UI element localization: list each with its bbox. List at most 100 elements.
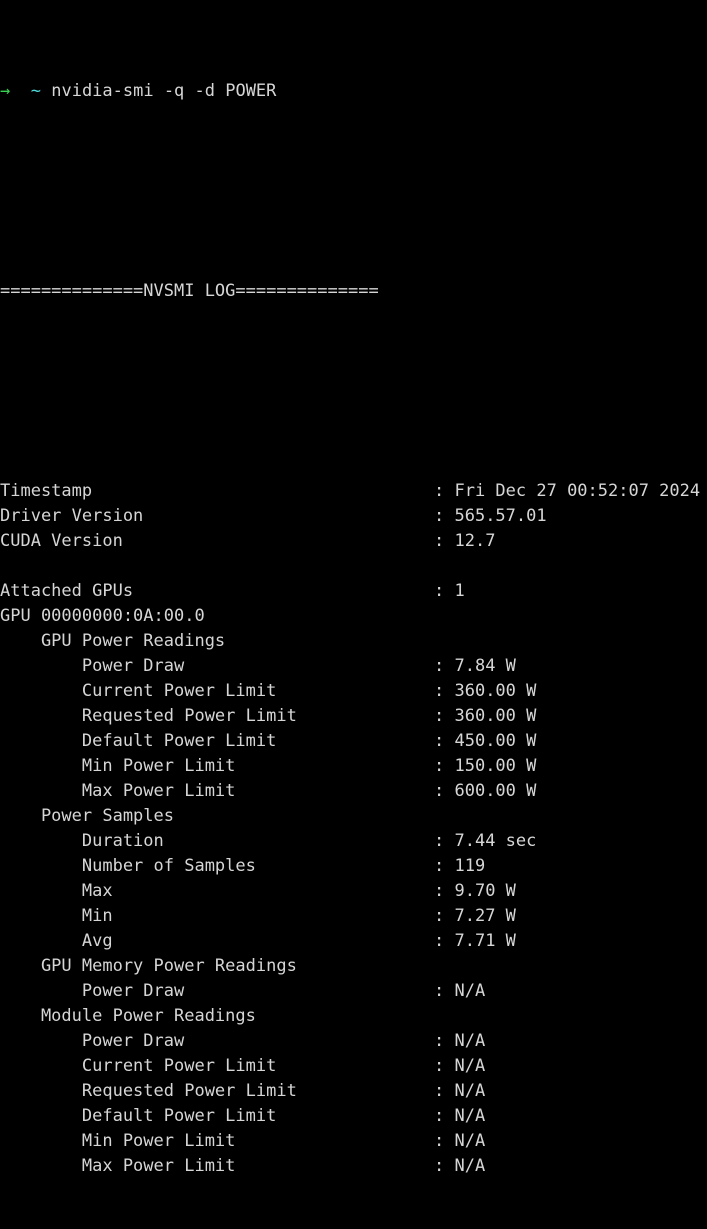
- output-label-gpu-max-power-limit: Max Power Limit: [0, 781, 236, 801]
- output-label-gpu-requested-power-limit: Requested Power Limit: [0, 706, 297, 726]
- output-label-samples-number: Number of Samples: [0, 856, 256, 876]
- output-value-samples-avg: 7.71 W: [454, 931, 516, 951]
- output-value-module-max-power-limit: N/A: [454, 1156, 486, 1176]
- output-row-gpu-default-power-limit: Default Power Limit: 450.00 W: [0, 729, 707, 754]
- output-row-gpu-max-power-limit: Max Power Limit: 600.00 W: [0, 779, 707, 804]
- output-value-driver-version: 565.57.01: [454, 506, 547, 526]
- output-value-samples-duration: 7.44 sec: [454, 831, 537, 851]
- output-separator: :: [434, 981, 455, 1001]
- output-label-samples-avg: Avg: [0, 931, 113, 951]
- output-label-cuda-version: CUDA Version: [0, 531, 123, 551]
- blank-line-after-header: [0, 379, 707, 404]
- output-value-gpu-default-power-limit: 450.00 W: [454, 731, 537, 751]
- output-label-gpu-id: GPU 00000000:0A:00.0: [0, 606, 205, 626]
- output-label-gpu-power-draw: Power Draw: [0, 656, 185, 676]
- output-row-module-default-power-limit: Default Power Limit: N/A: [0, 1104, 707, 1129]
- output-row-samples-duration: Duration: 7.44 sec: [0, 829, 707, 854]
- output-value-gpu-memory-power-draw: N/A: [454, 981, 486, 1001]
- output-separator: :: [434, 931, 455, 951]
- nvsmi-log-header-rule: ==============NVSMI LOG==============: [0, 281, 379, 301]
- output-separator: :: [434, 656, 455, 676]
- output-label-timestamp: Timestamp: [0, 481, 93, 501]
- output-row-gpu-current-power-limit: Current Power Limit: 360.00 W: [0, 679, 707, 704]
- output-row-gpu-min-power-limit: Min Power Limit: 150.00 W: [0, 754, 707, 779]
- prompt-command: nvidia-smi -q -d POWER: [51, 81, 277, 101]
- output-separator: :: [434, 681, 455, 701]
- output-row-gpu-power-readings: GPU Power Readings: [0, 629, 707, 654]
- output-label-power-samples: Power Samples: [0, 806, 174, 826]
- output-row-driver-version: Driver Version: 565.57.01: [0, 504, 707, 529]
- output-row-power-samples: Power Samples: [0, 804, 707, 829]
- output-label-module-power-draw: Power Draw: [0, 1031, 185, 1051]
- output-label-module-min-power-limit: Min Power Limit: [0, 1131, 236, 1151]
- output-row-samples-max: Max: 9.70 W: [0, 879, 707, 904]
- output-row-samples-min: Min: 7.27 W: [0, 904, 707, 929]
- output-row-gpu-power-draw: Power Draw: 7.84 W: [0, 654, 707, 679]
- output-label-module-requested-power-limit: Requested Power Limit: [0, 1081, 297, 1101]
- output-label-gpu-power-readings: GPU Power Readings: [0, 631, 226, 651]
- output-separator: :: [434, 831, 455, 851]
- output-label-gpu-current-power-limit: Current Power Limit: [0, 681, 277, 701]
- output-row-timestamp: Timestamp: Fri Dec 27 00:52:07 2024: [0, 479, 707, 504]
- output-row-module-power-readings: Module Power Readings: [0, 1004, 707, 1029]
- output-row-module-max-power-limit: Max Power Limit: N/A: [0, 1154, 707, 1179]
- output-row-module-min-power-limit: Min Power Limit: N/A: [0, 1129, 707, 1154]
- output-value-cuda-version: 12.7: [454, 531, 496, 551]
- output-label-module-power-readings: Module Power Readings: [0, 1006, 256, 1026]
- prompt-cwd: ~: [30, 81, 41, 101]
- output-value-gpu-max-power-limit: 600.00 W: [454, 781, 537, 801]
- output-value-module-default-power-limit: N/A: [454, 1106, 486, 1126]
- output-label-samples-duration: Duration: [0, 831, 164, 851]
- output-value-gpu-current-power-limit: 360.00 W: [454, 681, 537, 701]
- output-separator: :: [434, 781, 455, 801]
- blank-line-top: [0, 179, 707, 204]
- output-separator: :: [434, 1056, 455, 1076]
- output-separator: :: [434, 731, 455, 751]
- output-row-cuda-version: CUDA Version: 12.7: [0, 529, 707, 554]
- output-row-gpu-memory-power-draw: Power Draw: N/A: [0, 979, 707, 1004]
- output-separator: :: [434, 531, 455, 551]
- nvsmi-output-body: Timestamp: Fri Dec 27 00:52:07 2024 Drive…: [0, 479, 707, 1179]
- output-label-samples-max: Max: [0, 881, 113, 901]
- output-row-samples-avg: Avg: 7.71 W: [0, 929, 707, 954]
- output-separator: :: [434, 1106, 455, 1126]
- output-separator: :: [434, 856, 455, 876]
- prompt-spacer: [10, 81, 30, 101]
- output-label-module-max-power-limit: Max Power Limit: [0, 1156, 236, 1176]
- output-value-samples-min: 7.27 W: [454, 906, 516, 926]
- output-value-module-power-draw: N/A: [454, 1031, 486, 1051]
- output-separator: :: [434, 1131, 455, 1151]
- output-row-gpu-requested-power-limit: Requested Power Limit: 360.00 W: [0, 704, 707, 729]
- output-value-module-requested-power-limit: N/A: [454, 1081, 486, 1101]
- output-separator: :: [434, 1081, 455, 1101]
- terminal-window[interactable]: → ~ nvidia-smi -q -d POWER =============…: [0, 0, 707, 1176]
- output-row-module-current-power-limit: Current Power Limit: N/A: [0, 1054, 707, 1079]
- output-separator: :: [434, 481, 455, 501]
- output-label-gpu-min-power-limit: Min Power Limit: [0, 756, 236, 776]
- output-separator: :: [434, 506, 455, 526]
- output-row-gpu-id: GPU 00000000:0A:00.0: [0, 604, 707, 629]
- output-row-attached-gpus: Attached GPUs: 1: [0, 579, 707, 604]
- output-row-module-requested-power-limit: Requested Power Limit: N/A: [0, 1079, 707, 1104]
- prompt-line: → ~ nvidia-smi -q -d POWER: [0, 79, 707, 104]
- output-label-module-current-power-limit: Current Power Limit: [0, 1056, 277, 1076]
- output-separator: :: [434, 906, 455, 926]
- output-separator: :: [434, 581, 455, 601]
- output-value-gpu-requested-power-limit: 360.00 W: [454, 706, 537, 726]
- output-value-gpu-min-power-limit: 150.00 W: [454, 756, 537, 776]
- output-value-module-current-power-limit: N/A: [454, 1056, 486, 1076]
- output-label-module-default-power-limit: Default Power Limit: [0, 1106, 277, 1126]
- output-label-gpu-memory-power-draw: Power Draw: [0, 981, 185, 1001]
- prompt-spacer-2: [41, 81, 51, 101]
- output-separator: :: [434, 756, 455, 776]
- output-row-gpu-memory-power-readings: GPU Memory Power Readings: [0, 954, 707, 979]
- output-separator: :: [434, 1156, 455, 1176]
- output-separator: :: [434, 881, 455, 901]
- output-label-gpu-memory-power-readings: GPU Memory Power Readings: [0, 956, 297, 976]
- output-value-timestamp: Fri Dec 27 00:52:07 2024: [454, 481, 701, 501]
- output-value-samples-max: 9.70 W: [454, 881, 516, 901]
- output-value-gpu-power-draw: 7.84 W: [454, 656, 516, 676]
- prompt-arrow-icon: →: [0, 81, 11, 101]
- output-row-module-power-draw: Power Draw: N/A: [0, 1029, 707, 1054]
